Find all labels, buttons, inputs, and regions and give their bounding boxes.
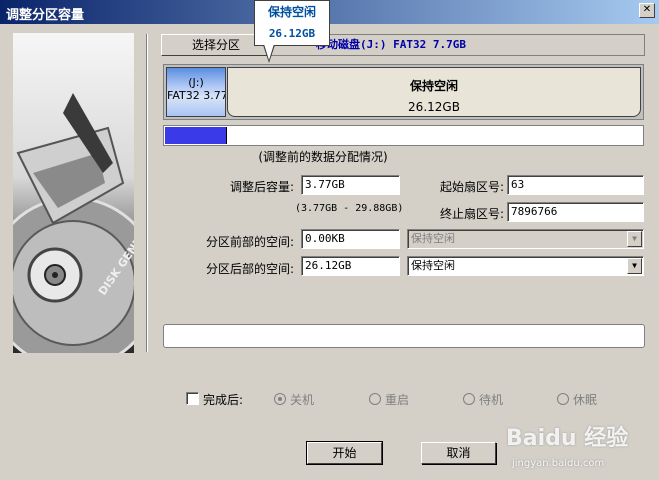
before-space-label: 分区前部的空间: [205,235,294,249]
cancel-button[interactable]: 取消 [421,442,496,464]
after-space-label: 分区后部的空间: [205,262,294,276]
start-button[interactable]: 开始 [306,441,383,465]
end-sector-input[interactable]: 7896766 [507,202,644,222]
before-space-select-value: 保持空闲 [411,232,455,245]
partition-fs-size: FAT32 3.77GB [167,89,225,102]
start-sector-input[interactable]: 63 [507,175,644,195]
chevron-down-icon[interactable]: ▼ [627,258,642,274]
radio-hibernate-label: 休眠 [573,393,598,407]
radio-restart-label: 重启 [385,393,410,407]
size-label: 调整后容量: [229,180,294,194]
partition-used-block[interactable]: (J:) FAT32 3.77GB [166,67,226,117]
finish-action-checkbox[interactable] [186,392,199,405]
partition-drive-letter: (J:) [188,76,204,89]
size-input[interactable]: 3.77GB [301,175,400,195]
radio-hibernate[interactable] [557,393,569,405]
close-button[interactable]: ✕ [639,3,655,18]
size-range-text: (3.77GB - 29.88GB) [295,203,404,214]
free-size: 26.12GB [408,100,460,114]
allocation-caption: (调整前的数据分配情况) [258,150,388,164]
free-title: 保持空闲 [409,79,458,93]
close-icon: ✕ [642,4,652,15]
baidu-watermark: Baidu 经验 [506,426,629,451]
hard-disk-illustration: DISK GENIUS [13,33,134,353]
tooltip-line1: 保持空闲 [267,5,316,19]
tooltip-tail-inner [264,44,274,60]
before-space-select: 保持空闲 ▼ [407,229,644,249]
radio-standby[interactable] [463,393,475,405]
vertical-divider [146,34,148,352]
after-space-input[interactable]: 26.12GB [301,256,400,276]
start-sector-label: 起始扇区号: [439,180,504,194]
radio-standby-label: 待机 [479,393,504,407]
hard-disk-icon: DISK GENIUS [13,93,134,353]
end-sector-label: 终止扇区号: [439,207,504,221]
after-space-select[interactable]: 保持空闲 ▼ [407,256,644,276]
finish-action-label: 完成后: [203,393,244,407]
radio-shutdown[interactable] [274,393,286,405]
chevron-down-icon: ▼ [627,231,642,247]
radio-restart[interactable] [369,393,381,405]
after-space-select-value: 保持空闲 [411,259,455,272]
before-space-input[interactable]: 0.00KB [301,229,400,249]
size-tooltip: 保持空闲 26.12GB [254,0,330,46]
allocation-progress [163,125,644,146]
allocation-progress-fill [165,127,227,144]
tooltip-line2: 26.12GB [268,27,316,40]
baidu-watermark-url: jingyan.baidu.com [512,458,605,469]
status-bar [163,324,645,348]
window-title: 调整分区容量 [6,8,85,23]
radio-shutdown-label: 关机 [290,393,315,407]
partition-map: (J:) FAT32 3.77GB 保持空闲 26.12GB [163,64,644,120]
partition-free-block[interactable]: 保持空闲 26.12GB [227,67,641,117]
